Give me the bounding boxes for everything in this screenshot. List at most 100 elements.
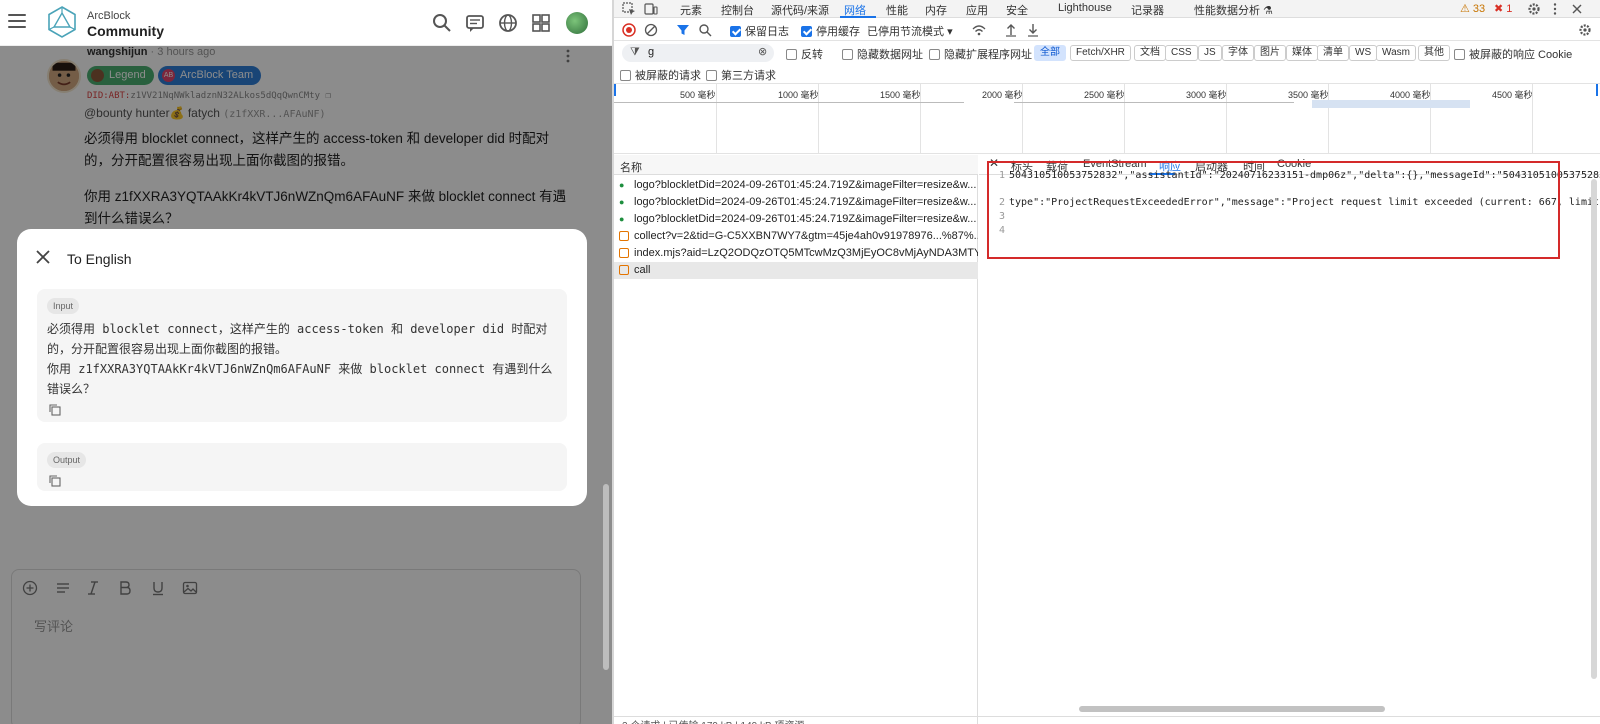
warnings-counter[interactable]: ⚠ 33 — [1460, 2, 1485, 15]
copy-input-icon[interactable] — [49, 404, 61, 416]
timeline-right-handle[interactable] — [1596, 84, 1598, 96]
request-row[interactable]: ● logo?blockletDid=2024-09-26T01:45:24.71… — [614, 194, 978, 211]
filter-bar-secondary: 被屏蔽的请求 第三方请求 — [614, 64, 1600, 84]
record-stop-icon[interactable] — [622, 23, 636, 37]
active-tab-indicator — [840, 16, 876, 18]
blocked-requests-label: 被屏蔽的请求 — [635, 70, 701, 82]
request-row[interactable]: ● logo?blockletDid=2024-09-26T01:45:24.71… — [614, 211, 978, 228]
vertical-scrollbar[interactable] — [1591, 179, 1597, 679]
filter-type-img[interactable]: 图片 — [1254, 45, 1286, 61]
apps-grid-icon[interactable] — [531, 13, 551, 33]
blocked-requests-checkbox[interactable]: 被屏蔽的请求 — [620, 67, 701, 83]
timeline-label: 1500 毫秒 — [880, 90, 921, 100]
request-name: logo?blockletDid=2024-09-26T01:45:24.719… — [634, 213, 977, 225]
timeline-label: 2500 毫秒 — [1084, 90, 1125, 100]
tab-performance[interactable]: 性能 — [886, 2, 908, 18]
preserve-log-label: 保留日志 — [745, 26, 789, 38]
filter-type-media[interactable]: 媒体 — [1286, 45, 1318, 61]
timeline-label: 500 毫秒 — [680, 90, 716, 100]
request-row[interactable]: ● logo?blockletDid=2024-09-26T01:45:24.71… — [614, 177, 978, 194]
filter-type-doc[interactable]: 文档 — [1134, 45, 1166, 61]
clear-filter-icon[interactable]: ⊗ — [758, 45, 767, 58]
filter-value: g — [648, 46, 655, 58]
copy-output-icon[interactable] — [49, 475, 61, 487]
tab-lighthouse[interactable]: Lighthouse — [1058, 2, 1112, 14]
more-menu-icon[interactable] — [1548, 2, 1562, 16]
export-har-icon[interactable] — [1026, 23, 1040, 37]
search-icon[interactable] — [432, 13, 452, 33]
image-request-icon: ● — [619, 214, 625, 224]
import-har-icon[interactable] — [1004, 23, 1018, 37]
hide-data-urls-label: 隐藏数据网址 — [857, 49, 923, 61]
hide-data-urls-checkbox[interactable]: 隐藏数据网址 — [842, 46, 923, 62]
network-settings-icon[interactable] — [1578, 23, 1592, 37]
filter-type-wasm[interactable]: Wasm — [1376, 45, 1416, 61]
tab-application[interactable]: 应用 — [966, 2, 988, 18]
arcblock-logo-icon[interactable] — [46, 6, 78, 38]
tab-sources[interactable]: 源代码/来源 — [771, 2, 829, 18]
search-network-icon[interactable] — [698, 23, 712, 37]
tab-elements[interactable]: 元素 — [680, 2, 702, 18]
request-row[interactable]: collect?v=2&tid=G-C5XXBN7WY7&gtm=45je4ah… — [614, 228, 978, 245]
invert-checkbox[interactable]: 反转 — [786, 46, 823, 62]
preserve-log-checkbox[interactable]: 保留日志 — [730, 23, 789, 39]
request-name: call — [634, 264, 651, 276]
close-devtools-icon[interactable] — [1570, 2, 1584, 16]
timeline-left-handle[interactable] — [614, 84, 616, 96]
highlight-annotation-box — [987, 161, 1560, 259]
network-conditions-icon[interactable] — [972, 23, 986, 37]
tab-performance-insights[interactable]: 性能数据分析 ⚗ — [1194, 2, 1273, 18]
page-scrollbar[interactable] — [603, 484, 609, 670]
tab-console[interactable]: 控制台 — [721, 2, 754, 18]
close-icon[interactable] — [35, 249, 51, 265]
name-column-header[interactable]: 名称 — [614, 155, 978, 175]
filter-type-all[interactable]: 全部 — [1034, 45, 1066, 61]
timeline-request-bar — [1014, 102, 1294, 103]
filter-type-font[interactable]: 字体 — [1222, 45, 1254, 61]
blocked-response-cookies-checkbox[interactable]: 被屏蔽的响应 Cookie — [1454, 46, 1572, 62]
settings-gear-icon[interactable] — [1527, 2, 1541, 16]
timeline-label: 2000 毫秒 — [982, 90, 1023, 100]
devtools-tab-bar: 元素 控制台 源代码/来源 网络 性能 内存 应用 安全 Lighthouse … — [614, 0, 1600, 18]
filter-type-manifest[interactable]: 清单 — [1317, 45, 1349, 61]
chat-icon[interactable] — [465, 13, 485, 33]
filter-input[interactable]: ⧩ g ⊗ — [622, 44, 774, 62]
filter-type-fetch-xhr[interactable]: Fetch/XHR — [1070, 45, 1131, 61]
errors-counter[interactable]: ✖ 1 — [1494, 2, 1512, 15]
globe-icon[interactable] — [498, 13, 518, 33]
throttling-select[interactable]: 已停用节流模式 ▾ — [867, 23, 953, 39]
script-request-icon — [619, 248, 629, 258]
disable-cache-checkbox[interactable]: 停用缓存 — [801, 23, 860, 39]
filter-type-other[interactable]: 其他 — [1418, 45, 1450, 61]
output-box: Output — [37, 443, 567, 491]
network-status-bar: 2 个请求 | 已传输 179 kB | 149 kB 项资源 — [614, 716, 1600, 724]
request-row[interactable]: index.mjs?aid=LzQ2ODQzOTQ5MTcwMzQ3MjEyOC… — [614, 245, 978, 262]
request-list: 名称 ● logo?blockletDid=2024-09-26T01:45:24… — [614, 155, 978, 724]
request-row-selected[interactable]: call — [614, 262, 978, 279]
menu-icon[interactable] — [8, 14, 26, 28]
filter-icon[interactable] — [676, 23, 690, 37]
inspect-element-icon[interactable] — [622, 2, 636, 16]
hide-extension-urls-checkbox[interactable]: 隐藏扩展程序网址 — [929, 46, 1032, 62]
clear-icon[interactable] — [644, 23, 658, 37]
network-overview-timeline[interactable]: 500 毫秒 1000 毫秒 1500 毫秒 2000 毫秒 2500 毫秒 3… — [614, 84, 1600, 154]
chevron-down-icon: ▾ — [947, 26, 953, 38]
filter-type-js[interactable]: JS — [1198, 45, 1222, 61]
timeline-request-bar — [1312, 100, 1470, 108]
device-toolbar-icon[interactable] — [644, 2, 658, 16]
invert-label: 反转 — [801, 49, 823, 61]
filter-funnel-icon: ⧩ — [630, 46, 640, 58]
filter-type-css[interactable]: CSS — [1165, 45, 1198, 61]
third-party-checkbox[interactable]: 第三方请求 — [706, 67, 776, 83]
xhr-request-icon — [619, 231, 629, 241]
blocked-response-cookies-label: 被屏蔽的响应 Cookie — [1469, 49, 1573, 61]
horizontal-scrollbar[interactable] — [1079, 706, 1385, 712]
tab-memory[interactable]: 内存 — [925, 2, 947, 18]
user-avatar[interactable] — [566, 12, 588, 34]
request-name: index.mjs?aid=LzQ2ODQzOTQ5MTcwMzQ3MjEyOC… — [634, 247, 978, 259]
image-request-icon: ● — [619, 180, 625, 190]
tab-security[interactable]: 安全 — [1006, 2, 1028, 18]
errors-count: 1 — [1506, 3, 1513, 15]
filter-type-ws[interactable]: WS — [1349, 45, 1378, 61]
tab-recorder[interactable]: 记录器 — [1131, 2, 1164, 18]
